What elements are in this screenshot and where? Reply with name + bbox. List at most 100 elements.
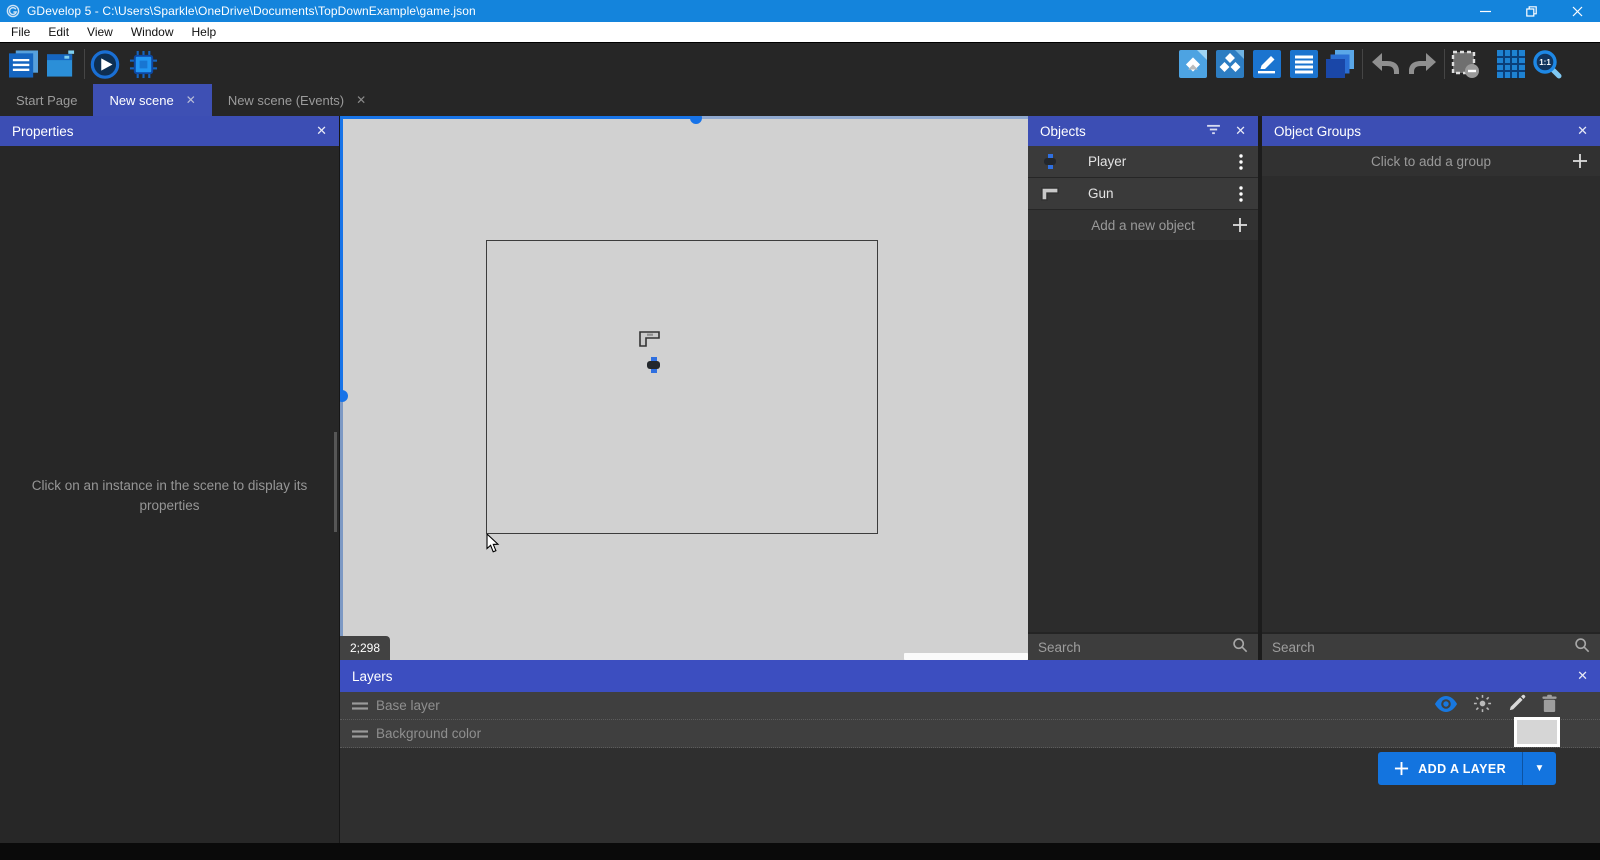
toolbar-separator bbox=[84, 49, 85, 79]
add-group-label: Click to add a group bbox=[1370, 153, 1492, 169]
close-button[interactable] bbox=[1554, 0, 1600, 22]
edit-layer-pencil-icon[interactable] bbox=[1507, 694, 1526, 718]
visibility-eye-icon[interactable] bbox=[1434, 695, 1458, 717]
panel-title: Object Groups bbox=[1274, 123, 1362, 139]
add-layer-dropdown-caret[interactable]: ▼ bbox=[1522, 752, 1556, 785]
properties-panel-toggle-icon[interactable] bbox=[1252, 50, 1282, 78]
plus-icon[interactable] bbox=[1572, 153, 1588, 174]
mouse-cursor bbox=[486, 532, 500, 559]
object-menu-kebab-icon[interactable] bbox=[1234, 185, 1248, 202]
tab-close-icon[interactable]: ✕ bbox=[356, 93, 366, 107]
menu-window[interactable]: Window bbox=[122, 22, 183, 42]
delete-layer-trash-icon[interactable] bbox=[1541, 694, 1558, 718]
menu-help[interactable]: Help bbox=[183, 22, 226, 42]
groups-search-bar bbox=[1262, 632, 1600, 660]
resize-handle-left[interactable] bbox=[340, 390, 348, 402]
clear-selection-icon[interactable] bbox=[1450, 50, 1480, 78]
add-a-layer-main[interactable]: ADD A LAYER bbox=[1378, 752, 1522, 785]
game-window-outline bbox=[486, 240, 878, 534]
player-instance[interactable] bbox=[647, 357, 660, 373]
add-new-object-label: Add a new object bbox=[1091, 217, 1195, 233]
properties-panel: Properties ✕ Click on an instance in the… bbox=[0, 116, 340, 843]
svg-text:1:1: 1:1 bbox=[1539, 58, 1551, 67]
panel-title: Layers bbox=[352, 668, 393, 684]
canvas-horizontal-scrollbar[interactable] bbox=[904, 653, 1028, 660]
gun-instance[interactable] bbox=[639, 331, 660, 352]
minimize-button[interactable] bbox=[1462, 0, 1508, 22]
layer-name[interactable]: Base layer bbox=[376, 698, 440, 713]
properties-scrollbar[interactable] bbox=[334, 432, 337, 532]
layer-list: Base layer Background color bbox=[340, 692, 1600, 748]
properties-empty-hint: Click on an instance in the scene to dis… bbox=[31, 478, 308, 513]
scene-editor-canvas[interactable]: 2;298 bbox=[340, 116, 1028, 660]
player-sprite-feet bbox=[651, 369, 657, 373]
menu-file[interactable]: File bbox=[2, 22, 39, 42]
close-panel-icon[interactable]: ✕ bbox=[1577, 668, 1588, 684]
tab-start-page[interactable]: Start Page bbox=[0, 84, 93, 116]
zoom-one-to-one-icon[interactable]: 1:1 bbox=[1532, 50, 1562, 79]
menu-edit[interactable]: Edit bbox=[39, 22, 78, 42]
debug-icon[interactable] bbox=[128, 50, 158, 78]
close-panel-icon[interactable]: ✕ bbox=[1577, 123, 1588, 139]
tabbar: Start Page New scene ✕ New scene (Events… bbox=[0, 84, 1600, 116]
toolbar: 1:1 bbox=[0, 42, 1600, 84]
layer-row-background-color[interactable]: Background color bbox=[340, 720, 1600, 748]
object-groups-panel: Object Groups ✕ Click to add a group bbox=[1262, 116, 1600, 660]
tab-close-icon[interactable]: ✕ bbox=[186, 93, 196, 107]
play-preview-icon[interactable] bbox=[90, 49, 120, 79]
player-object-thumbnail bbox=[1038, 154, 1062, 169]
start-page-icon[interactable] bbox=[46, 50, 76, 78]
scene-window-top-edge-muted bbox=[697, 116, 1028, 119]
close-panel-icon[interactable]: ✕ bbox=[1235, 123, 1246, 139]
objects-panel-header: Objects ✕ bbox=[1028, 116, 1258, 146]
layer-name[interactable]: Background color bbox=[376, 726, 481, 741]
object-row-gun[interactable]: Gun bbox=[1028, 178, 1258, 210]
layer-row-base[interactable]: Base layer bbox=[340, 692, 1600, 720]
menubar: File Edit View Window Help bbox=[0, 22, 1600, 42]
redo-icon[interactable] bbox=[1407, 50, 1437, 78]
add-group-row[interactable]: Click to add a group bbox=[1262, 146, 1600, 176]
player-sprite-body bbox=[647, 361, 660, 369]
search-icon bbox=[1574, 637, 1590, 658]
object-name: Gun bbox=[1088, 186, 1114, 201]
tab-label: New scene (Events) bbox=[227, 92, 345, 108]
layer-actions bbox=[1434, 692, 1558, 720]
tab-new-scene-events[interactable]: New scene (Events) ✕ bbox=[212, 84, 382, 116]
tab-new-scene[interactable]: New scene ✕ bbox=[93, 84, 212, 116]
filter-icon[interactable] bbox=[1206, 122, 1221, 140]
restore-button[interactable] bbox=[1508, 0, 1554, 22]
object-groups-panel-toggle-icon[interactable] bbox=[1215, 50, 1245, 78]
objects-panel-toggle-icon[interactable] bbox=[1178, 50, 1208, 78]
objects-search-input[interactable] bbox=[1038, 639, 1232, 655]
menu-view[interactable]: View bbox=[78, 22, 122, 42]
add-a-layer-button[interactable]: ADD A LAYER ▼ bbox=[1378, 752, 1556, 785]
panel-title: Properties bbox=[12, 123, 74, 139]
cursor-coordinates-badge: 2;298 bbox=[340, 636, 391, 660]
project-manager-icon[interactable] bbox=[8, 50, 38, 78]
instances-list-panel-toggle-icon[interactable] bbox=[1289, 50, 1319, 78]
layers-panel-toggle-icon[interactable] bbox=[1326, 50, 1356, 78]
layers-panel: Layers ✕ Base layer Background color ADD… bbox=[340, 660, 1600, 843]
undo-icon[interactable] bbox=[1370, 50, 1400, 78]
objects-panel: Objects ✕ Player Gun Add a new object Se… bbox=[1028, 116, 1258, 660]
drag-handle-icon[interactable] bbox=[352, 729, 368, 739]
scene-window-left-edge bbox=[340, 116, 343, 396]
window-controls bbox=[1462, 0, 1600, 22]
drag-handle-icon[interactable] bbox=[352, 701, 368, 711]
objects-search-bar bbox=[1028, 632, 1258, 660]
resize-handle-top[interactable] bbox=[690, 116, 702, 124]
titlebar: GDevelop 5 - C:\Users\Sparkle\OneDrive\D… bbox=[0, 0, 1600, 22]
groups-search-input[interactable] bbox=[1272, 639, 1574, 655]
background-color-swatch[interactable] bbox=[1514, 717, 1560, 747]
gdevelop-window: GDevelop 5 - C:\Users\Sparkle\OneDrive\D… bbox=[0, 0, 1600, 860]
add-a-layer-label: ADD A LAYER bbox=[1418, 761, 1506, 776]
layer-effects-icon[interactable] bbox=[1473, 694, 1492, 718]
add-new-object-row[interactable]: Add a new object bbox=[1028, 210, 1258, 240]
properties-panel-header: Properties ✕ bbox=[0, 116, 339, 146]
plus-icon[interactable] bbox=[1232, 217, 1248, 238]
close-panel-icon[interactable]: ✕ bbox=[316, 123, 327, 139]
object-row-player[interactable]: Player bbox=[1028, 146, 1258, 178]
scene-window-top-edge bbox=[340, 116, 697, 119]
object-menu-kebab-icon[interactable] bbox=[1234, 153, 1248, 170]
grid-icon[interactable] bbox=[1496, 50, 1526, 78]
